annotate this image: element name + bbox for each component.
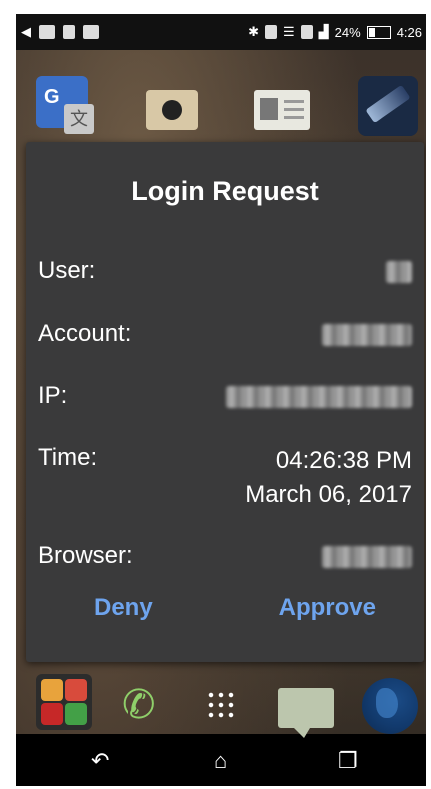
status-bar: ◀ ✱ ☰ ▟ 24% 4:26 bbox=[16, 14, 426, 50]
flashlight-app-icon[interactable] bbox=[358, 76, 418, 136]
dialog-title: Login Request bbox=[131, 176, 319, 206]
user-value-obscured bbox=[386, 261, 412, 283]
browser-label: Browser: bbox=[38, 542, 133, 569]
wifi-icon: ☰ bbox=[283, 24, 295, 39]
back-icon[interactable]: ↶ bbox=[91, 748, 109, 774]
ip-label: IP: bbox=[38, 382, 68, 409]
messages-icon[interactable] bbox=[278, 688, 334, 738]
system-icons: ✱ ☰ ▟ 24% 4:26 bbox=[248, 25, 422, 40]
time-value-clock: 04:26:38 PM bbox=[275, 447, 412, 474]
user-label: User: bbox=[38, 257, 96, 284]
time-value-date: March 06, 2017 bbox=[245, 481, 412, 508]
nfc-icon bbox=[265, 25, 277, 39]
dialog-actions: Deny Approve bbox=[26, 594, 424, 634]
account-label: Account: bbox=[38, 320, 132, 347]
translate-app-icon[interactable]: G文 bbox=[36, 76, 94, 134]
browser-value-obscured bbox=[322, 546, 412, 568]
home-dock: ✆ bbox=[16, 674, 426, 740]
battery-percent: 24% bbox=[334, 24, 361, 40]
photo-icon bbox=[63, 25, 75, 39]
time-value: 04:26:38 PM March 06, 2017 bbox=[245, 444, 412, 512]
app-drawer-icon[interactable] bbox=[206, 690, 236, 720]
recent-apps-icon[interactable]: ❐ bbox=[338, 748, 358, 774]
signal-icon: ▟ bbox=[318, 24, 329, 39]
notification-icons: ◀ bbox=[21, 25, 99, 39]
time-label: Time: bbox=[38, 444, 98, 471]
back-arrow-icon: ◀ bbox=[21, 24, 31, 39]
camera-app-icon[interactable] bbox=[146, 90, 198, 130]
tablet-icon bbox=[83, 25, 99, 39]
account-value-obscured bbox=[322, 324, 412, 346]
approve-button[interactable]: Approve bbox=[279, 594, 376, 622]
data-icon bbox=[300, 25, 313, 39]
browser-globe-icon[interactable] bbox=[362, 678, 418, 734]
phone-icon[interactable]: ✆ bbox=[122, 682, 156, 728]
navigation-bar: ↶ ⌂ ❐ bbox=[16, 740, 426, 786]
contacts-app-icon[interactable] bbox=[254, 90, 310, 130]
battery-icon bbox=[366, 25, 391, 39]
home-icon[interactable]: ⌂ bbox=[214, 748, 227, 774]
home-app-row: G文 bbox=[16, 76, 426, 146]
google-folder-icon[interactable] bbox=[36, 674, 92, 730]
app-notification-icon bbox=[39, 25, 55, 39]
phone-screen: ◀ ✱ ☰ ▟ 24% 4:26 G文 Login Request User: … bbox=[16, 14, 426, 786]
ip-value-obscured bbox=[226, 386, 412, 408]
clock: 4:26 bbox=[396, 24, 422, 40]
bluetooth-icon: ✱ bbox=[248, 24, 259, 39]
deny-button[interactable]: Deny bbox=[94, 594, 153, 622]
login-request-dialog: Login Request User: Account: IP: Time: 0… bbox=[26, 142, 424, 662]
